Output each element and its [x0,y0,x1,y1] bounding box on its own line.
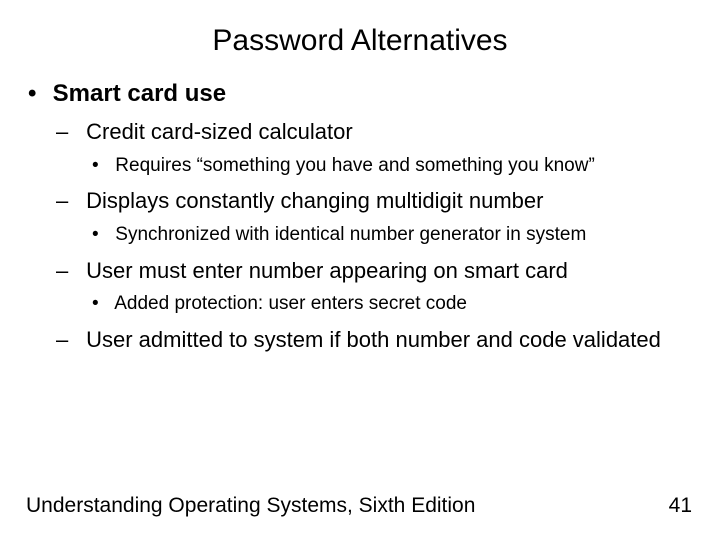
list-item: Requires “something you have and somethi… [110,154,692,178]
slide-footer: Understanding Operating Systems, Sixth E… [26,494,692,518]
list-item: Synchronized with identical number gener… [110,223,692,247]
bullet-list-level3: Synchronized with identical number gener… [80,223,692,247]
bullet-text: Credit card-sized calculator [86,119,353,144]
slide-title: Password Alternatives [28,24,692,58]
bullet-text: Smart card use [53,80,226,107]
bullet-list-level1: Smart card use Credit card-sized calcula… [28,80,692,353]
bullet-list-level2: Credit card-sized calculator Requires “s… [46,118,692,353]
bullet-text: User must enter number appearing on smar… [86,258,568,283]
bullet-text: Displays constantly changing multidigit … [86,188,543,213]
page-number: 41 [669,494,692,518]
bullet-text: Added protection: user enters secret cod… [114,293,467,314]
bullet-text: Requires “something you have and somethi… [115,155,595,176]
bullet-text: Synchronized with identical number gener… [115,224,586,245]
list-item: User admitted to system if both number a… [80,326,692,354]
list-item: Added protection: user enters secret cod… [110,292,692,316]
list-item: Credit card-sized calculator Requires “s… [80,118,692,177]
list-item: User must enter number appearing on smar… [80,257,692,316]
bullet-list-level3: Added protection: user enters secret cod… [80,292,692,316]
bullet-list-level3: Requires “something you have and somethi… [80,154,692,178]
footer-source: Understanding Operating Systems, Sixth E… [26,494,475,518]
list-item: Displays constantly changing multidigit … [80,187,692,246]
slide: Password Alternatives Smart card use Cre… [0,0,720,540]
bullet-text: User admitted to system if both number a… [86,327,661,352]
list-item: Smart card use Credit card-sized calcula… [46,80,692,353]
